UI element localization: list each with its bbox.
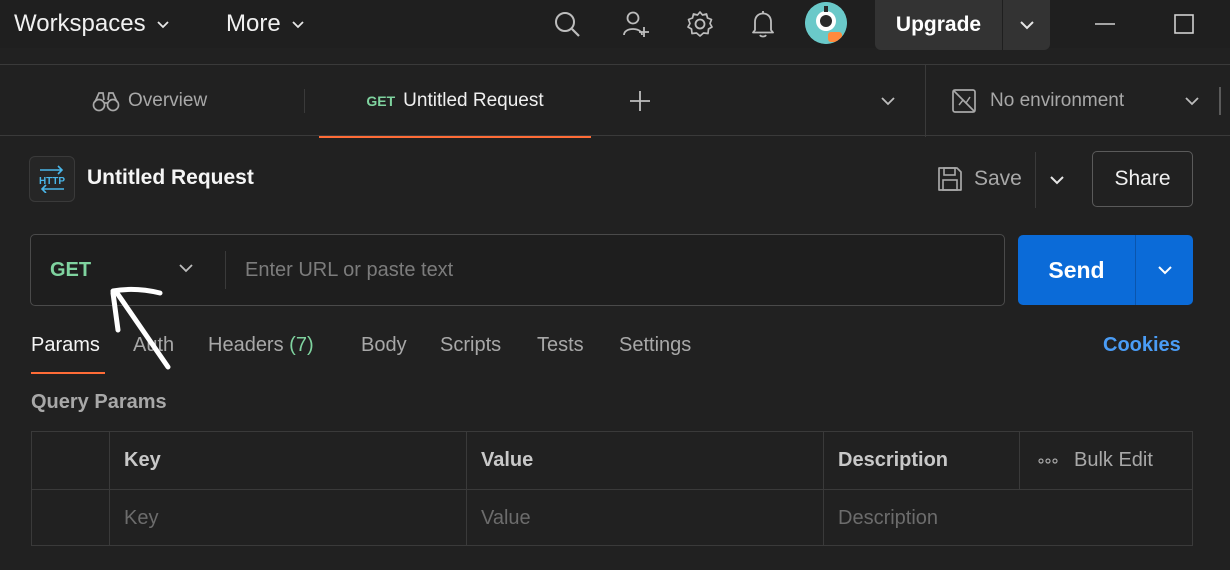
cookies-link[interactable]: Cookies — [1103, 334, 1181, 357]
tab-headers-label: Headers — [208, 334, 284, 356]
binoculars-icon — [92, 91, 120, 111]
no-environment-icon — [952, 89, 976, 113]
value-cell — [467, 490, 824, 546]
key-cell — [110, 490, 467, 546]
workspaces-label: Workspaces — [14, 10, 146, 37]
tab-headers[interactable]: Headers (7) — [208, 334, 314, 357]
url-bar: GET — [30, 234, 1005, 306]
svg-text:HTTP: HTTP — [39, 176, 65, 187]
upgrade-dropdown-button[interactable] — [1003, 0, 1050, 50]
more-options-icon — [1038, 457, 1058, 464]
more-label: More — [226, 10, 281, 37]
query-params-table: Key Value Description Bulk Edit — [31, 431, 1193, 546]
save-divider — [1035, 152, 1036, 208]
settings-icon[interactable] — [682, 6, 718, 42]
url-divider — [225, 251, 226, 289]
invite-user-icon[interactable] — [618, 6, 654, 42]
share-button[interactable]: Share — [1092, 151, 1193, 207]
tab-settings[interactable]: Settings — [619, 334, 691, 357]
send-button[interactable]: Send — [1018, 235, 1136, 305]
workspaces-menu[interactable]: Workspaces — [14, 0, 170, 48]
tab-method-badge: GET — [366, 93, 396, 109]
top-bar: Workspaces More Upgrade — [0, 0, 1230, 50]
tab-body[interactable]: Body — [361, 334, 407, 357]
environment-divider — [925, 65, 926, 137]
send-group: Send — [1018, 235, 1193, 305]
minimize-window-icon[interactable] — [1091, 10, 1119, 38]
new-tab-button[interactable] — [624, 85, 656, 117]
avatar[interactable] — [805, 2, 847, 44]
save-button[interactable]: Save — [936, 160, 1022, 198]
send-dropdown-button[interactable] — [1136, 235, 1193, 305]
notifications-icon[interactable] — [745, 6, 781, 42]
tab-overview-label: Overview — [128, 89, 208, 111]
save-icon — [938, 167, 962, 191]
table-checkbox-column — [32, 432, 110, 489]
chevron-down-icon — [156, 21, 169, 29]
method-label: GET — [50, 258, 92, 281]
tabs-overflow-button[interactable] — [874, 87, 902, 115]
tab-bar: Overview GET Untitled Request No environ… — [0, 64, 1230, 138]
tab-tests[interactable]: Tests — [537, 334, 584, 357]
column-header-description: Description — [824, 432, 1020, 489]
active-tab-indicator — [31, 372, 105, 374]
search-icon[interactable] — [549, 6, 585, 42]
headers-count-badge: (7) — [289, 334, 314, 356]
tab-overview[interactable]: Overview — [92, 65, 207, 136]
bulk-edit-button[interactable]: Bulk Edit — [1020, 432, 1192, 489]
key-input[interactable] — [124, 506, 466, 530]
method-select[interactable]: GET — [31, 235, 225, 305]
bulk-edit-label: Bulk Edit — [1074, 449, 1153, 471]
tab-params[interactable]: Params — [31, 334, 100, 357]
maximize-window-icon[interactable] — [1170, 10, 1198, 38]
environment-selector[interactable]: No environment — [950, 65, 1200, 137]
request-title[interactable]: Untitled Request — [87, 166, 254, 190]
chevron-down-icon — [292, 21, 304, 29]
tab-untitled-request[interactable]: GET Untitled Request — [319, 65, 591, 138]
tab-request-label: Untitled Request — [403, 90, 544, 111]
column-header-value: Value — [467, 432, 824, 489]
query-params-title: Query Params — [31, 391, 167, 413]
http-request-icon: HTTP — [29, 156, 75, 202]
environment-label: No environment — [990, 90, 1125, 111]
tab-divider — [304, 89, 305, 113]
upgrade-button[interactable]: Upgrade — [875, 0, 1003, 50]
description-cell — [824, 490, 1192, 546]
description-input[interactable] — [838, 506, 1192, 530]
chevron-down-icon — [881, 97, 895, 106]
tab-auth[interactable]: Auth — [133, 334, 174, 357]
panel-edge — [1219, 87, 1221, 115]
more-menu[interactable]: More — [226, 0, 305, 48]
chevron-down-icon — [1185, 97, 1199, 106]
plus-icon — [630, 91, 650, 111]
chevron-down-icon — [179, 264, 193, 273]
value-input[interactable] — [481, 506, 823, 530]
chevron-down-icon — [1019, 21, 1034, 30]
save-label: Save — [974, 167, 1022, 190]
chevron-down-icon — [1050, 176, 1064, 185]
save-dropdown-button[interactable] — [1043, 166, 1071, 194]
tab-scripts[interactable]: Scripts — [440, 334, 501, 357]
chevron-down-icon — [1157, 266, 1172, 275]
upgrade-group: Upgrade — [875, 0, 1050, 50]
url-input[interactable] — [245, 249, 985, 291]
column-header-key: Key — [110, 432, 467, 489]
row-checkbox-cell — [32, 490, 110, 546]
